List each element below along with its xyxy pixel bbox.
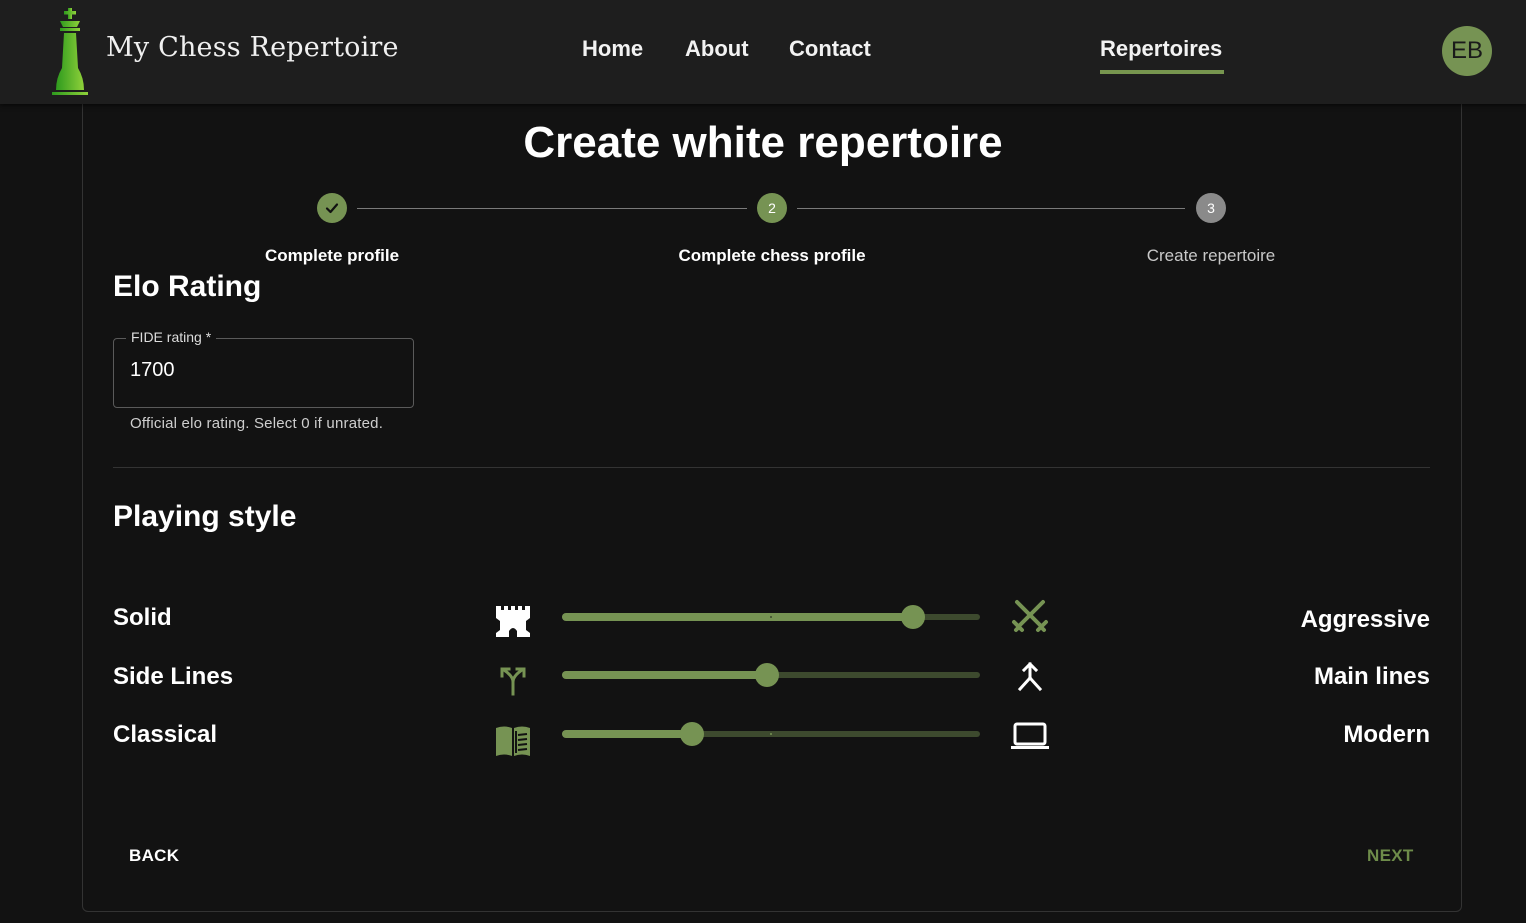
back-button[interactable]: BACK — [129, 846, 179, 866]
elo-heading: Elo Rating — [113, 270, 262, 303]
nav-contact[interactable]: Contact — [789, 36, 871, 62]
slider-thumb[interactable] — [679, 722, 704, 746]
step-1-label: Complete profile — [264, 246, 400, 265]
king-logo-icon[interactable] — [50, 6, 90, 96]
playing-style-heading: Playing style — [113, 500, 297, 533]
fide-rating-field[interactable]: FIDE rating * — [113, 329, 414, 408]
slider-fill — [562, 730, 692, 738]
next-button[interactable]: NEXT — [1367, 846, 1414, 866]
slider-left-label: Solid — [113, 604, 172, 631]
user-avatar[interactable]: EB — [1442, 26, 1492, 76]
slider-thumb[interactable] — [754, 663, 779, 687]
slider-right-label: Aggressive — [1300, 606, 1430, 633]
checkmark-icon — [325, 203, 339, 214]
open-book-icon — [496, 726, 530, 756]
slider-fill — [562, 613, 914, 621]
fide-rating-label: FIDE rating * — [126, 329, 217, 345]
active-nav-indicator — [1100, 70, 1224, 74]
fide-rating-helper: Official elo rating. Select 0 if unrated… — [130, 415, 384, 432]
slider-mark — [770, 733, 772, 735]
step-3-indicator: 3 — [1196, 193, 1226, 223]
page-title: Create white repertoire — [523, 118, 1003, 167]
step-2-indicator: 2 — [757, 193, 787, 223]
crossed-swords-icon — [1012, 600, 1048, 632]
brand-name[interactable]: My Chess Repertoire — [106, 32, 399, 63]
section-divider — [113, 467, 1430, 468]
nav-repertoires[interactable]: Repertoires — [1100, 36, 1222, 62]
slider-right-label: Modern — [1343, 721, 1430, 748]
step-connector — [797, 208, 1185, 209]
slider-right-label: Main lines — [1313, 663, 1430, 690]
top-navbar: My Chess Repertoire Home About Contact R… — [0, 0, 1526, 104]
slider-fill — [562, 671, 767, 679]
laptop-icon — [1011, 722, 1049, 749]
split-arrows-icon — [500, 667, 526, 696]
nav-about[interactable]: About — [685, 36, 749, 62]
step-3-label: Create repertoire — [1146, 246, 1276, 265]
solid-aggressive-slider[interactable] — [562, 605, 980, 629]
slider-left-label: Side Lines — [113, 663, 234, 690]
nav-home[interactable]: Home — [582, 36, 643, 62]
classical-modern-slider[interactable] — [562, 722, 980, 746]
merge-arrows-icon — [1017, 661, 1043, 692]
slider-thumb[interactable] — [901, 605, 926, 629]
step-1-indicator — [317, 193, 347, 223]
sidelines-mainlines-slider[interactable] — [562, 663, 980, 687]
step-2-label: Complete chess profile — [678, 246, 866, 265]
castle-icon — [496, 606, 530, 637]
fide-rating-input[interactable] — [130, 359, 390, 382]
slider-left-label: Classical — [113, 721, 218, 748]
slider-mark — [770, 616, 772, 618]
step-connector — [357, 208, 747, 209]
